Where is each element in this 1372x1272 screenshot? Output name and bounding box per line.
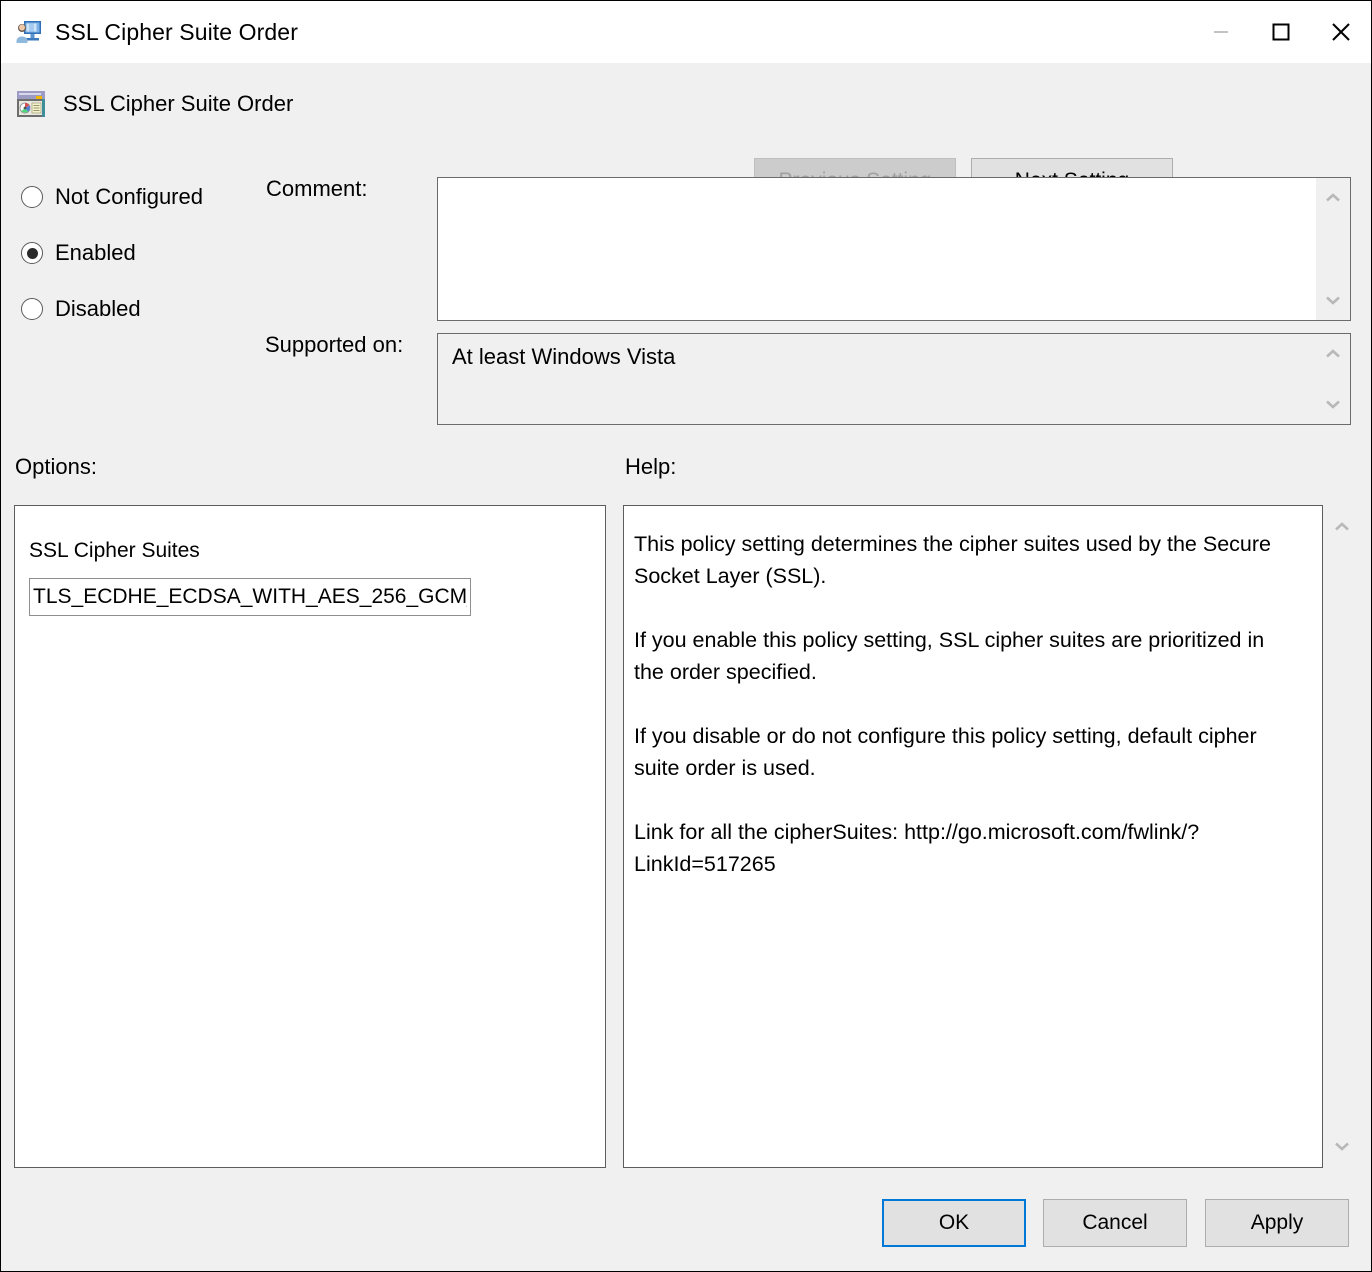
- comment-scrollbar[interactable]: [1316, 178, 1350, 320]
- ok-button[interactable]: OK: [882, 1199, 1026, 1247]
- supported-on-box: At least Windows Vista: [437, 333, 1351, 425]
- scroll-up-icon[interactable]: [1318, 341, 1348, 367]
- supported-on-scrollbar[interactable]: [1316, 334, 1350, 424]
- minimize-icon[interactable]: [1191, 1, 1251, 63]
- radio-label-disabled: Disabled: [55, 296, 141, 322]
- title-bar: SSL Cipher Suite Order: [1, 1, 1371, 63]
- radio-circle-enabled: [21, 242, 43, 264]
- radio-label-enabled: Enabled: [55, 240, 136, 266]
- scroll-up-icon[interactable]: [1318, 185, 1348, 211]
- user-monitor-icon: [15, 18, 43, 46]
- scroll-up-icon[interactable]: [1327, 514, 1357, 540]
- radio-circle-disabled: [21, 298, 43, 320]
- radio-disabled[interactable]: Disabled: [21, 296, 141, 322]
- help-text: This policy setting determines the ciphe…: [624, 506, 1322, 880]
- cancel-button[interactable]: Cancel: [1043, 1199, 1187, 1247]
- help-panel: This policy setting determines the ciphe…: [623, 505, 1323, 1168]
- comment-label: Comment:: [266, 176, 367, 202]
- scroll-down-icon[interactable]: [1327, 1133, 1357, 1159]
- radio-enabled[interactable]: Enabled: [21, 240, 136, 266]
- radio-circle-not-configured: [21, 186, 43, 208]
- window-title: SSL Cipher Suite Order: [55, 19, 298, 46]
- policy-setting-icon: [16, 89, 46, 119]
- comment-input-wrap: [438, 178, 1316, 320]
- comment-input[interactable]: [438, 178, 1316, 320]
- cipher-suites-group-label: SSL Cipher Suites: [29, 539, 200, 563]
- policy-title-wrap: SSL Cipher Suite Order: [16, 89, 293, 119]
- cipher-suites-input[interactable]: [29, 578, 471, 616]
- help-section-label: Help:: [625, 454, 676, 480]
- options-panel: SSL Cipher Suites: [14, 505, 606, 1168]
- maximize-icon[interactable]: [1251, 1, 1311, 63]
- scroll-down-icon[interactable]: [1318, 391, 1348, 417]
- policy-header: SSL Cipher Suite Order Previous Setting …: [2, 63, 1370, 156]
- comment-box: [437, 177, 1351, 321]
- page-title: SSL Cipher Suite Order: [63, 91, 293, 117]
- scroll-down-icon[interactable]: [1318, 287, 1348, 313]
- apply-button[interactable]: Apply: [1205, 1199, 1349, 1247]
- close-icon[interactable]: [1311, 1, 1371, 63]
- radio-label-not-configured: Not Configured: [55, 184, 203, 210]
- supported-on-content: At least Windows Vista: [438, 334, 1316, 424]
- ssl-cipher-suite-order-dialog: SSL Cipher Suite Order: [0, 0, 1372, 1272]
- radio-not-configured[interactable]: Not Configured: [21, 184, 203, 210]
- options-section-label: Options:: [15, 454, 97, 480]
- supported-on-value: At least Windows Vista: [438, 334, 1316, 380]
- supported-on-label: Supported on:: [265, 332, 403, 358]
- help-scrollbar[interactable]: [1325, 505, 1359, 1168]
- window-controls: [1191, 1, 1371, 63]
